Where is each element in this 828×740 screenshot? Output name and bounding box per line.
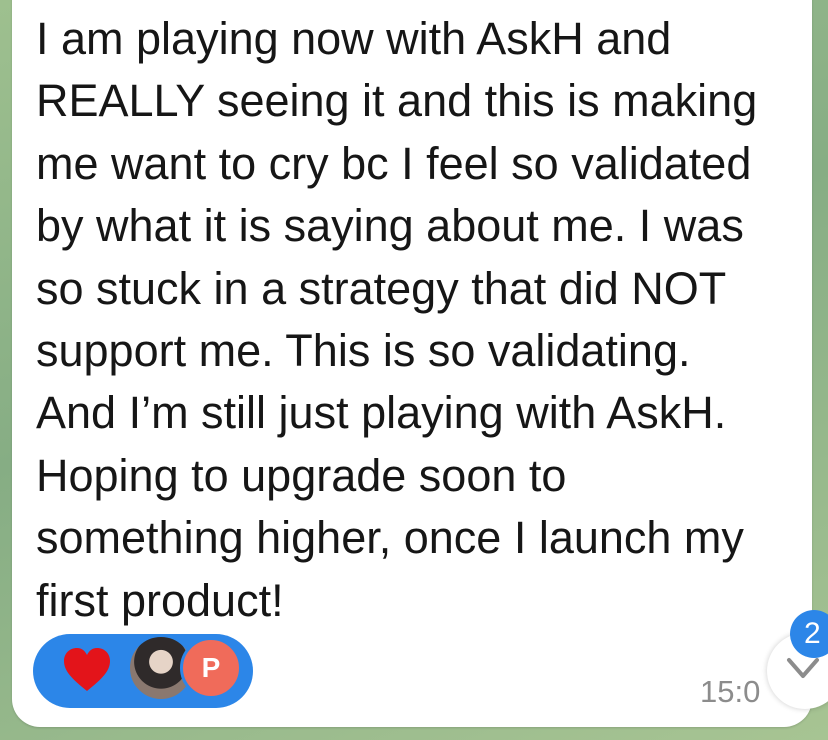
red-heart-icon [64, 648, 110, 691]
reactor-avatar-initial: P [180, 637, 242, 699]
message-text: I am playing now with AskH and REALLY se… [36, 13, 758, 626]
message-timestamp: 15:0 [700, 674, 761, 709]
